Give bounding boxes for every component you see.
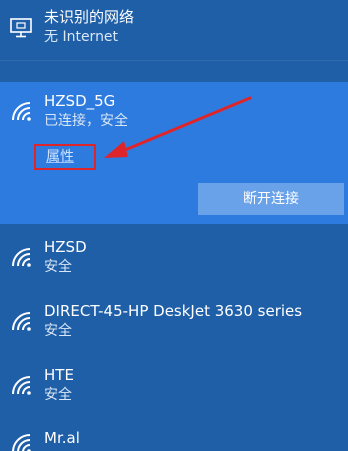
network-status: 无 Internet: [44, 29, 119, 45]
annotation-highlight-box: [34, 144, 96, 170]
wifi-icon: [12, 102, 31, 121]
network-name: Mr.al: [44, 429, 80, 447]
network-status: 已连接，安全: [44, 113, 128, 129]
wifi-icon: [12, 376, 31, 395]
network-status: 安全: [44, 323, 72, 339]
divider: [0, 60, 348, 61]
network-status: 安全: [44, 387, 72, 403]
wifi-icon: [12, 248, 31, 267]
network-item[interactable]: HZSD 安全: [0, 232, 348, 284]
network-status: 安全: [44, 259, 72, 275]
network-name: 未识别的网络: [44, 8, 135, 26]
network-item[interactable]: Mr.al: [0, 424, 348, 451]
network-name: HTE: [44, 366, 74, 384]
network-item-wired[interactable]: 未识别的网络 无 Internet: [0, 0, 348, 60]
network-item[interactable]: DIRECT-45-HP DeskJet 3630 series 安全: [0, 296, 348, 348]
network-name: HZSD: [44, 238, 87, 256]
network-item-connected[interactable]: HZSD_5G 已连接，安全 属性 断开连接: [0, 82, 348, 224]
network-name: DIRECT-45-HP DeskJet 3630 series: [44, 302, 303, 320]
network-item[interactable]: HTE 安全: [0, 360, 348, 412]
monitor-network-icon: [10, 18, 32, 38]
network-name: HZSD_5G: [44, 92, 116, 110]
disconnect-button[interactable]: 断开连接: [198, 183, 344, 215]
wifi-flyout-panel: 未识别的网络 无 Internet HZSD_5G 已连接，安全 属性 断开连接…: [0, 0, 348, 451]
wifi-icon: [12, 312, 31, 331]
wifi-icon: [12, 434, 31, 451]
